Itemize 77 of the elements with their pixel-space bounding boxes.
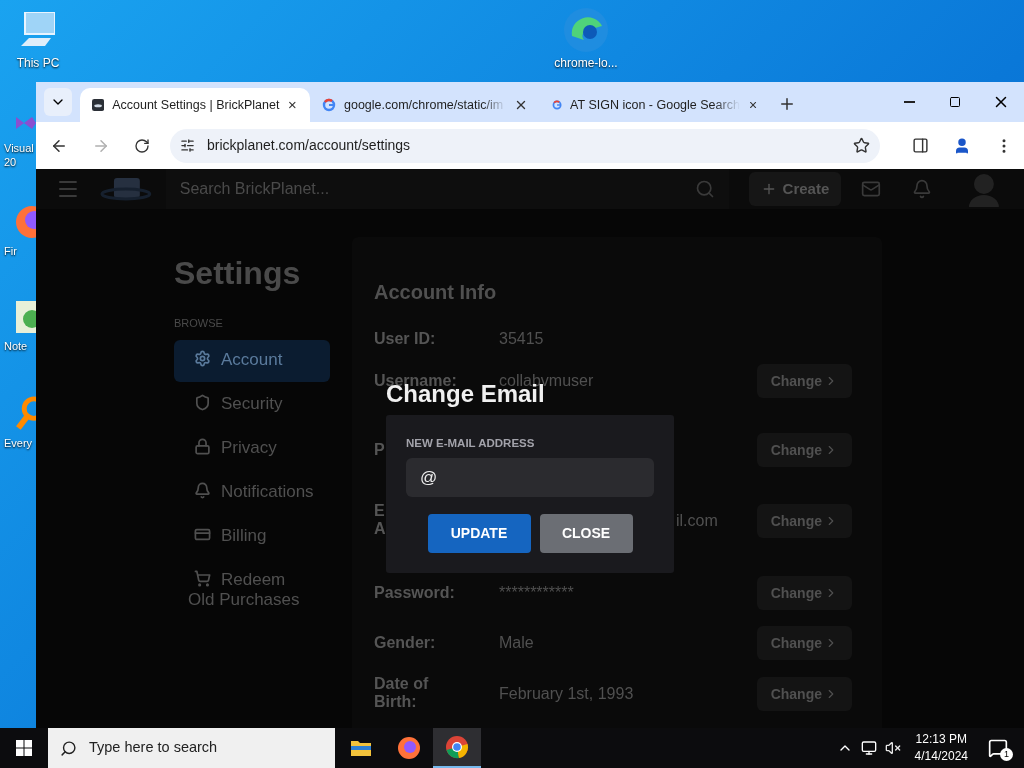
- address-bar[interactable]: brickplanet.com/account/settings: [170, 128, 880, 163]
- change-button[interactable]: Change: [756, 504, 852, 538]
- edge-icon: [562, 6, 610, 54]
- tab-title: Account Settings | BrickPlanet: [112, 96, 280, 114]
- browser-tab[interactable]: AT SIGN icon - Google Search: [540, 88, 770, 122]
- close-icon[interactable]: [514, 98, 528, 112]
- windows-logo-icon[interactable]: [16, 740, 32, 756]
- create-button[interactable]: Create: [748, 172, 842, 206]
- firefox-icon: [397, 736, 421, 760]
- clock[interactable]: 12:13 PM 4/14/2024: [914, 731, 968, 765]
- card-title: Account Info: [374, 280, 498, 305]
- reload-icon[interactable]: [134, 137, 150, 154]
- field-label: NEW E-MAIL ADDRESS: [406, 436, 536, 451]
- field-label: Gender:: [374, 634, 436, 652]
- section-label: BROWSE: [174, 316, 224, 331]
- change-button[interactable]: Change: [756, 626, 852, 660]
- sidebar-item[interactable]: Account: [174, 339, 330, 382]
- notification-count: 1: [1000, 748, 1013, 761]
- update-button[interactable]: UPDATE: [427, 514, 531, 554]
- network-icon[interactable]: [860, 740, 877, 756]
- field-value: February 1st, 1993: [499, 684, 634, 704]
- chrome-icon: [445, 735, 469, 759]
- desktop-icon-label[interactable]: chrome-lo...: [554, 54, 618, 72]
- maximize-icon: [949, 96, 961, 108]
- minimize-icon: [903, 101, 915, 103]
- site-info-icon[interactable]: [180, 138, 195, 153]
- site-icon: [92, 97, 105, 113]
- settings-title: Settings: [174, 254, 302, 293]
- field-value: Male: [499, 633, 534, 653]
- change-button[interactable]: Change: [756, 677, 852, 711]
- desktop-icon-label[interactable]: Visual 20: [4, 141, 34, 169]
- gear-icon: [194, 349, 211, 367]
- change-button[interactable]: Change: [756, 433, 852, 467]
- browser-tab[interactable]: google.com/chrome/static/im: [310, 88, 540, 122]
- url-text: brickplanet.com/account/settings: [207, 136, 411, 155]
- desktop-icon-label[interactable]: Note: [4, 339, 28, 353]
- shield-icon: [194, 393, 211, 411]
- sidebar-item[interactable]: Notifications: [174, 471, 330, 514]
- notifications-icon[interactable]: [988, 738, 1008, 758]
- change-button[interactable]: Change: [756, 576, 852, 610]
- taskbar-search-field[interactable]: Type here to search: [48, 728, 335, 768]
- google-icon: [322, 98, 336, 112]
- bell-icon: [194, 481, 211, 499]
- field-label: Date of Birth:: [374, 674, 429, 711]
- close-button[interactable]: CLOSE: [539, 514, 633, 554]
- tab-list-button[interactable]: [44, 88, 72, 116]
- search-icon: [60, 739, 77, 757]
- desktop-icon-label[interactable]: Fir: [4, 244, 17, 258]
- field-value: 35415: [499, 329, 544, 349]
- lock-icon: [194, 437, 211, 455]
- desktop-icon-label[interactable]: Every: [4, 436, 33, 450]
- field-value: ************: [499, 583, 574, 603]
- sidebar-item[interactable]: Privacy: [174, 427, 330, 470]
- profile-icon[interactable]: [953, 136, 971, 155]
- bookmark-star-icon[interactable]: [853, 137, 870, 154]
- folder-icon: [350, 738, 372, 758]
- tab-title: AT SIGN icon - Google Search: [570, 96, 740, 114]
- field-label: Password:: [374, 584, 455, 602]
- browser-tab[interactable]: Account Settings | BrickPlanet: [80, 88, 310, 122]
- change-button[interactable]: Change: [756, 364, 852, 398]
- field-label: P: [374, 441, 385, 459]
- google-icon: [552, 98, 563, 112]
- new-tab-icon[interactable]: [778, 95, 796, 113]
- cart-icon: [194, 569, 211, 587]
- sidebar-item[interactable]: Billing: [174, 515, 330, 558]
- desktop-icon-label[interactable]: This PC: [16, 56, 60, 70]
- tab-title: google.com/chrome/static/im: [344, 96, 505, 114]
- speaker-muted-icon[interactable]: [884, 740, 901, 756]
- field-label: E A: [374, 501, 386, 538]
- field-value: il.com: [676, 511, 718, 531]
- sidebar-item[interactable]: Security: [174, 383, 330, 426]
- field-label: User ID:: [374, 330, 436, 348]
- sidebar-item[interactable]: Redeem Old Purchases: [174, 559, 330, 620]
- taskbar-app[interactable]: [433, 728, 481, 768]
- side-panel-icon[interactable]: [912, 137, 929, 154]
- computer-icon: [21, 12, 55, 46]
- email-input[interactable]: @: [406, 458, 654, 498]
